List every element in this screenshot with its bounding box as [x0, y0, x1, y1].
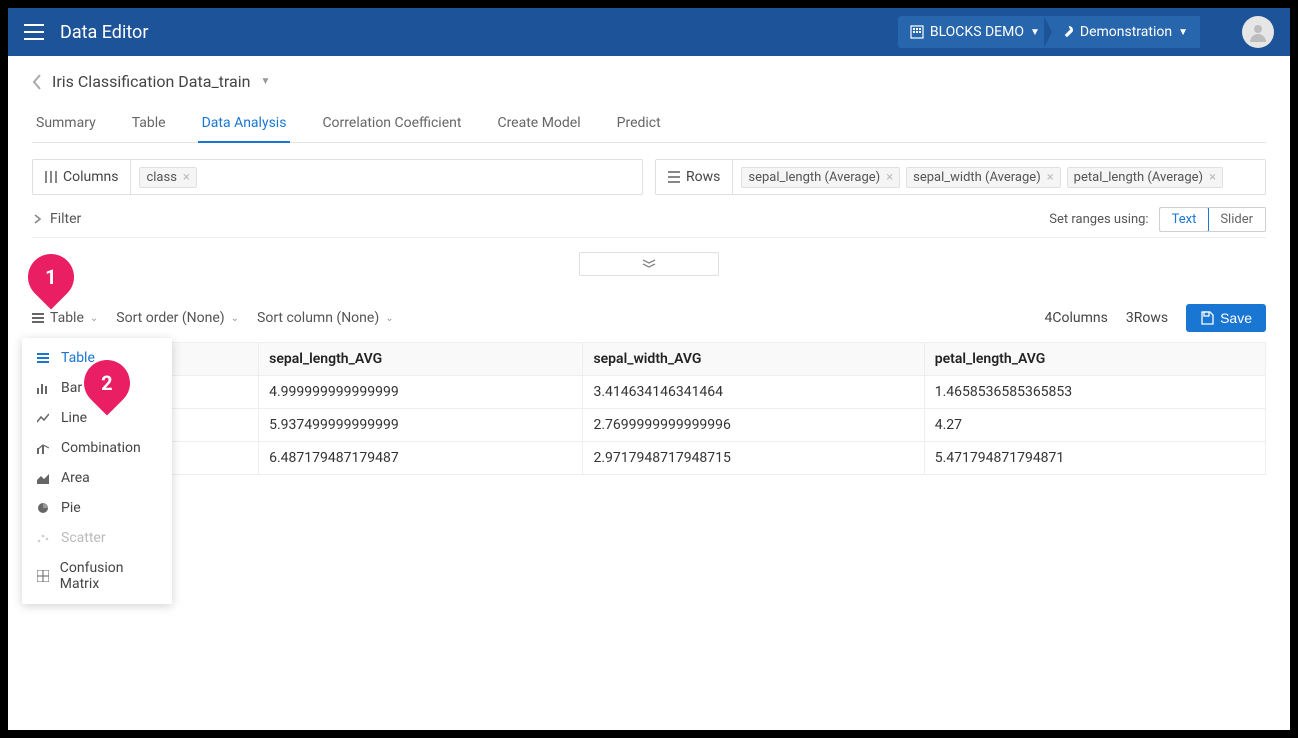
- sort-order-dropdown[interactable]: Sort order (None) ⌄: [116, 310, 239, 326]
- close-icon[interactable]: ×: [1047, 170, 1054, 185]
- chip-petal-length[interactable]: petal_length (Average) ×: [1067, 167, 1223, 188]
- rows-count: 3Rows: [1126, 310, 1168, 326]
- breadcrumb-label: BLOCKS DEMO: [930, 24, 1024, 40]
- menu-item-line[interactable]: Line: [23, 403, 171, 433]
- table-cell: 2.7699999999999996: [583, 409, 924, 442]
- tab-correlation-coefficient[interactable]: Correlation Coefficient: [318, 107, 465, 142]
- ranges-segmented: Text Slider: [1159, 207, 1266, 232]
- avatar[interactable]: [1242, 16, 1274, 48]
- chevron-down-icon: ⌄: [231, 313, 239, 324]
- line-chart-icon: [37, 412, 51, 424]
- tabs: Summary Table Data Analysis Correlation …: [32, 107, 1266, 143]
- menu-item-area[interactable]: Area: [23, 463, 171, 493]
- double-chevron-down-icon: [642, 259, 656, 269]
- ranges-option-slider[interactable]: Slider: [1208, 208, 1265, 231]
- combination-chart-icon: [37, 442, 51, 454]
- table-cell: 4.27: [924, 409, 1265, 442]
- table-header[interactable]: sepal_length_AVG: [259, 343, 583, 376]
- ranges-option-text[interactable]: Text: [1159, 207, 1210, 232]
- table-row: Iris-virginica 6.487179487179487 2.97179…: [33, 442, 1266, 475]
- tab-summary[interactable]: Summary: [32, 107, 100, 142]
- top-bar: Data Editor BLOCKS DEMO ▼ Demonstration …: [8, 8, 1290, 56]
- table-cell: 6.487179487179487: [259, 442, 583, 475]
- content-area: Iris Classification Data_train ▼ Summary…: [8, 56, 1290, 730]
- tab-data-analysis[interactable]: Data Analysis: [198, 107, 291, 143]
- view-type-dropdown[interactable]: Table ⌄ Table Bar Line: [32, 310, 98, 326]
- ranges-label: Set ranges using:: [1049, 212, 1148, 227]
- sort-column-label: Sort column (None): [257, 310, 379, 326]
- chevron-right-icon: [34, 214, 42, 224]
- table-cell: 5.937499999999999: [259, 409, 583, 442]
- table-icon: [37, 353, 51, 363]
- filter-label: Filter: [50, 211, 81, 227]
- view-type-label: Table: [50, 310, 84, 326]
- page-title: Iris Classification Data_train: [52, 72, 250, 91]
- columns-icon: [45, 171, 57, 183]
- wrench-icon: [1060, 25, 1074, 39]
- menu-item-pie[interactable]: Pie: [23, 493, 171, 523]
- rows-config[interactable]: Rows sepal_length (Average) × sepal_widt…: [655, 159, 1266, 195]
- table-header[interactable]: petal_length_AVG: [924, 343, 1265, 376]
- breadcrumb-demonstration[interactable]: Demonstration ▼: [1052, 16, 1200, 48]
- app-title: Data Editor: [60, 22, 148, 43]
- table-cell: 5.471794871794871: [924, 442, 1265, 475]
- save-icon: [1200, 311, 1214, 325]
- columns-count: 4Columns: [1045, 310, 1108, 326]
- tab-table[interactable]: Table: [128, 107, 170, 142]
- tab-predict[interactable]: Predict: [613, 107, 665, 142]
- columns-label: Columns: [63, 169, 118, 185]
- pie-chart-icon: [37, 502, 51, 514]
- chevron-down-icon: ▼: [1030, 27, 1040, 38]
- menu-item-confusion-matrix[interactable]: Confusion Matrix: [23, 553, 171, 599]
- org-icon: [910, 25, 924, 39]
- view-type-menu: Table Bar Line Combination: [22, 338, 172, 604]
- grid-icon: [37, 570, 50, 582]
- chevron-down-icon: ▼: [1178, 27, 1188, 38]
- breadcrumb: BLOCKS DEMO ▼ Demonstration ▼: [898, 16, 1200, 48]
- bar-chart-icon: [37, 382, 51, 394]
- menu-item-combination[interactable]: Combination: [23, 433, 171, 463]
- area-chart-icon: [37, 472, 51, 484]
- close-icon[interactable]: ×: [183, 170, 190, 185]
- chip-sepal-length[interactable]: sepal_length (Average) ×: [741, 167, 900, 188]
- sort-order-label: Sort order (None): [116, 310, 224, 326]
- chevron-down-icon: ⌄: [90, 313, 98, 324]
- menu-item-scatter: Scatter: [23, 523, 171, 553]
- close-icon[interactable]: ×: [1209, 170, 1216, 185]
- breadcrumb-label: Demonstration: [1080, 24, 1172, 40]
- save-button[interactable]: Save: [1186, 304, 1266, 332]
- chevron-down-icon: ⌄: [385, 313, 393, 324]
- save-label: Save: [1220, 310, 1252, 326]
- menu-icon[interactable]: [24, 24, 44, 40]
- table-cell: 4.999999999999999: [259, 376, 583, 409]
- chip-sepal-width[interactable]: sepal_width (Average) ×: [906, 167, 1061, 188]
- columns-config[interactable]: Columns class ×: [32, 159, 643, 195]
- close-icon[interactable]: ×: [886, 170, 893, 185]
- scatter-chart-icon: [37, 532, 51, 544]
- table-row: Iris-versicolor 5.937499999999999 2.7699…: [33, 409, 1266, 442]
- filter-toggle[interactable]: Filter: [32, 205, 83, 233]
- back-icon[interactable]: [32, 74, 42, 90]
- chevron-down-icon[interactable]: ▼: [260, 76, 270, 87]
- table-cell: 3.414634146341464: [583, 376, 924, 409]
- annotation-marker-1: 1: [28, 254, 74, 310]
- collapse-handle[interactable]: [579, 252, 719, 276]
- chip-class[interactable]: class ×: [139, 167, 196, 188]
- table-cell: 1.4658536585365853: [924, 376, 1265, 409]
- menu-item-table[interactable]: Table: [23, 343, 171, 373]
- breadcrumb-blocks-demo[interactable]: BLOCKS DEMO ▼: [898, 16, 1052, 48]
- table-icon: [32, 313, 44, 323]
- sort-column-dropdown[interactable]: Sort column (None) ⌄: [257, 310, 394, 326]
- table-header-row: class sepal_length_AVG sepal_width_AVG p…: [33, 343, 1266, 376]
- table-row: Iris-setosa 4.999999999999999 3.41463414…: [33, 376, 1266, 409]
- menu-item-bar[interactable]: Bar: [23, 373, 171, 403]
- rows-icon: [668, 171, 680, 183]
- table-header[interactable]: sepal_width_AVG: [583, 343, 924, 376]
- tab-create-model[interactable]: Create Model: [493, 107, 584, 142]
- data-table: class sepal_length_AVG sepal_width_AVG p…: [32, 342, 1266, 475]
- rows-label: Rows: [686, 169, 720, 185]
- table-cell: 2.9717948717948715: [583, 442, 924, 475]
